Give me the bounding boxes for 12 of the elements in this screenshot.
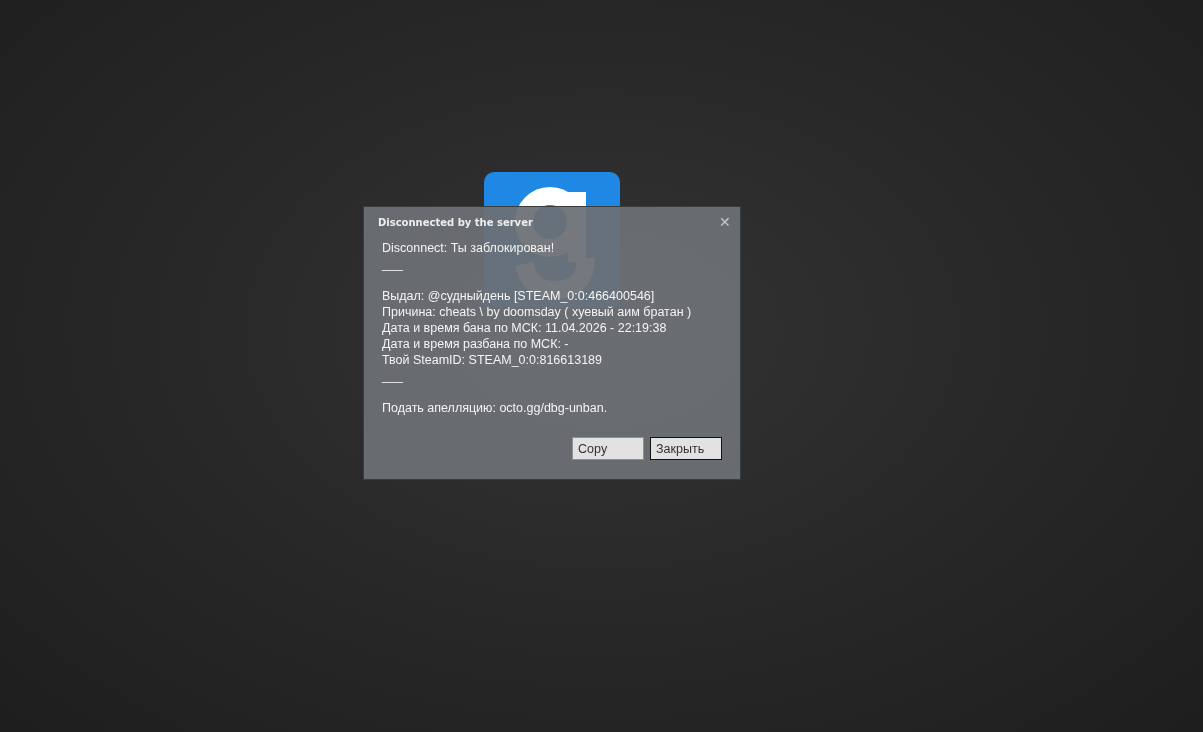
dialog-title: Disconnected by the server [378, 216, 533, 228]
message-line: Disconnect: Ты заблокирован! [382, 240, 556, 256]
message-line: Подать апелляцию: octo.gg/dbg-unban. [382, 400, 609, 416]
message-line: Твой SteamID: STEAM_0:0:816613189 [382, 352, 603, 368]
message-line: Дата и время разбана по МСК: - [382, 336, 570, 352]
message-line: ___ [382, 256, 404, 272]
copy-button[interactable]: Copy [572, 437, 644, 460]
message-line: Выдал: @судныйдень [STEAM_0:0:466400546] [382, 288, 656, 304]
close-button[interactable]: Закрыть [650, 437, 722, 460]
message-line: ___ [382, 368, 404, 384]
message-line: Причина: cheats \ by doomsday ( хуевый аим братан ) [382, 304, 693, 320]
message-line: Дата и время бана по МСК: 11.04.2026 - 22:19:38 [382, 320, 668, 336]
